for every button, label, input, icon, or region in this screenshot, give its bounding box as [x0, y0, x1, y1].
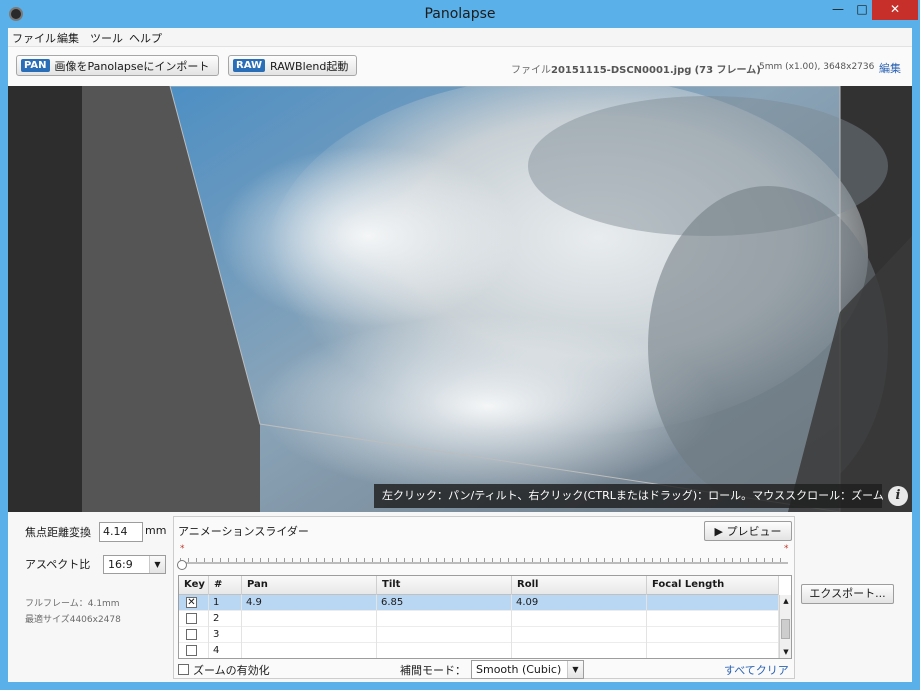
edit-link[interactable]: 編集 [879, 60, 901, 76]
scroll-down-icon[interactable]: ▼ [780, 646, 791, 658]
key-checkbox-checked[interactable]: ✕ [186, 597, 197, 608]
clear-all-link[interactable]: すべてクリア [724, 662, 789, 678]
menu-bar: ファイル 編集 ツール ヘルプ [8, 28, 912, 46]
raw-badge-icon: RAW [233, 59, 266, 72]
import-button-label: 画像をPanolapseにインポート [54, 59, 210, 73]
menu-edit[interactable]: 編集 [57, 30, 79, 46]
roll-cell[interactable] [512, 611, 647, 627]
animation-slider[interactable] [180, 558, 788, 564]
tilt-cell[interactable] [377, 627, 512, 643]
col-pan[interactable]: Pan [242, 576, 377, 595]
slider-thumb[interactable] [177, 560, 187, 570]
zoom-enable-checkbox[interactable] [178, 664, 189, 675]
aspect-label: アスペクト比 [25, 558, 91, 571]
toolbar: PAN 画像をPanolapseにインポート RAW RAWBlend起動 ファ… [8, 46, 912, 86]
roll-cell[interactable]: 4.09 [512, 595, 647, 611]
tilt-cell[interactable]: 6.85 [377, 595, 512, 611]
pan-cell[interactable] [242, 611, 377, 627]
start-marker: * [180, 544, 185, 554]
menu-help[interactable]: ヘルプ [129, 30, 162, 46]
roll-cell[interactable] [512, 643, 647, 658]
window-title: Panolapse [424, 6, 496, 22]
info-icon[interactable]: i [888, 486, 908, 506]
chevron-down-icon: ▼ [567, 661, 583, 678]
keyframe-table: Key # Pan Tilt Roll Focal Length ✕ 1 4.9… [178, 575, 792, 659]
scroll-up-icon[interactable]: ▲ [780, 595, 791, 607]
key-cell: ✕ [179, 595, 209, 611]
interp-label: 補間モード： [400, 664, 466, 677]
focal-cell[interactable] [647, 595, 779, 611]
end-marker: * [784, 544, 789, 554]
file-prefix: ファイル [511, 65, 551, 76]
table-row[interactable]: 2 [179, 611, 779, 627]
rawblend-button[interactable]: RAW RAWBlend起動 [228, 55, 357, 76]
fullframe-text: フルフレーム：4.1mm [25, 599, 120, 609]
focal-input[interactable]: 4.14 [99, 522, 143, 542]
roll-cell[interactable] [512, 627, 647, 643]
table-row[interactable]: 3 [179, 627, 779, 643]
zoom-enable-label: ズームの有効化 [193, 664, 270, 677]
table-row[interactable]: ✕ 1 4.9 6.85 4.09 [179, 595, 779, 611]
table-row[interactable]: 4 [179, 643, 779, 658]
file-name: 20151115-DSCN0001.jpg [551, 65, 692, 76]
aspect-value: 16:9 [108, 558, 133, 571]
pan-cell[interactable] [242, 627, 377, 643]
import-button[interactable]: PAN 画像をPanolapseにインポート [16, 55, 219, 76]
key-cell [179, 643, 209, 658]
interp-select[interactable]: Smooth (Cubic) ▼ [471, 660, 584, 679]
lens-info: 5mm (x1.00), 3648x2736 [759, 62, 875, 72]
focal-label: 焦点距離変換 [25, 526, 91, 539]
col-tilt[interactable]: Tilt [377, 576, 512, 595]
client-area: ファイル 編集 ツール ヘルプ PAN 画像をPanolapseにインポート R… [8, 28, 912, 682]
row-num: 3 [209, 627, 242, 643]
key-cell [179, 627, 209, 643]
scroll-thumb[interactable] [781, 619, 790, 639]
focal-unit: mm [145, 524, 167, 537]
key-checkbox[interactable] [186, 613, 197, 624]
tilt-cell[interactable] [377, 611, 512, 627]
animation-title: アニメーションスライダー [178, 525, 309, 538]
table-header: Key # Pan Tilt Roll Focal Length [179, 576, 779, 595]
col-num[interactable]: # [209, 576, 242, 595]
key-cell [179, 611, 209, 627]
export-button[interactable]: エクスポート... [801, 584, 894, 604]
menu-tools[interactable]: ツール [90, 30, 123, 46]
pan-cell[interactable]: 4.9 [242, 595, 377, 611]
optimal-size-text: 最適サイズ4406x2478 [25, 615, 121, 625]
sky-image [169, 86, 912, 512]
row-num: 2 [209, 611, 242, 627]
col-focal-length[interactable]: Focal Length [647, 576, 779, 595]
focal-cell[interactable] [647, 627, 779, 643]
focal-cell[interactable] [647, 643, 779, 658]
key-checkbox[interactable] [186, 629, 197, 640]
pan-cell[interactable] [242, 643, 377, 658]
tilt-cell[interactable] [377, 643, 512, 658]
file-info: ファイル20151115-DSCN0001.jpg (73 フレーム) [511, 61, 761, 76]
row-num: 4 [209, 643, 242, 658]
col-key[interactable]: Key [179, 576, 209, 595]
col-roll[interactable]: Roll [512, 576, 647, 595]
pan-badge-icon: PAN [21, 59, 50, 72]
settings-panel: 焦点距離変換 4.14 mm アスペクト比 16:9 ▼ フルフレーム：4.1m… [8, 512, 912, 682]
focal-cell[interactable] [647, 611, 779, 627]
close-button[interactable]: ✕ [872, 0, 918, 20]
row-num: 1 [209, 595, 242, 611]
panorama-viewport[interactable]: 左クリック：パン/ティルト、右クリック(CTRLまたはドラッグ)：ロール。マウス… [8, 86, 912, 512]
interp-value: Smooth (Cubic) [476, 663, 562, 676]
table-scrollbar[interactable]: ▲ ▼ [779, 595, 791, 658]
slider-track-line [180, 562, 788, 564]
animation-panel: アニメーションスライダー ▶ プレビュー * * Key # Pan Tilt … [173, 516, 795, 679]
key-checkbox[interactable] [186, 645, 197, 656]
preview-button[interactable]: ▶ プレビュー [704, 521, 792, 541]
viewport-hint: 左クリック：パン/ティルト、右クリック(CTRLまたはドラッグ)：ロール。マウス… [374, 484, 884, 508]
aspect-select[interactable]: 16:9 ▼ [103, 555, 166, 574]
chevron-down-icon: ▼ [149, 556, 165, 573]
title-bar: Panolapse — □ ✕ [0, 0, 920, 28]
rawblend-button-label: RAWBlend起動 [270, 59, 349, 73]
app-window: Panolapse — □ ✕ ファイル 編集 ツール ヘルプ PAN 画像をP… [0, 0, 920, 690]
menu-file[interactable]: ファイル [12, 30, 56, 46]
frame-count: (73 フレーム) [694, 65, 761, 76]
